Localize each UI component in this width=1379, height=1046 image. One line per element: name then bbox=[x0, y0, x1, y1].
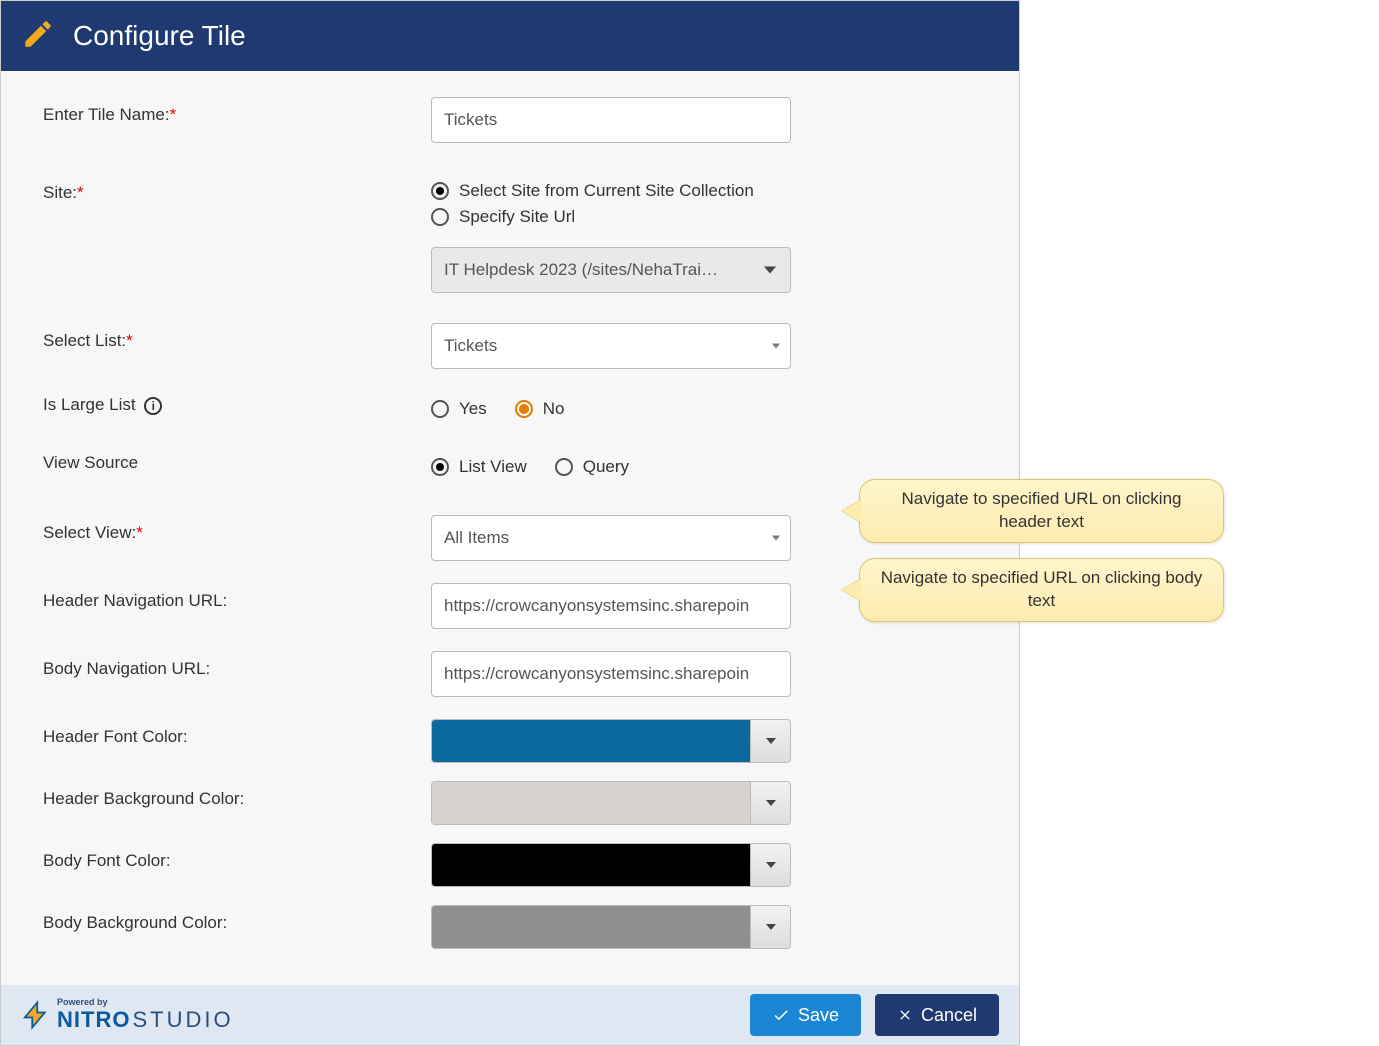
body-nav-label: Body Navigation URL: bbox=[1, 651, 251, 679]
chevron-down-icon bbox=[772, 536, 780, 541]
radio-checked-icon bbox=[431, 182, 449, 200]
header-nav-label: Header Navigation URL: bbox=[1, 583, 251, 611]
body-bg-color-picker[interactable] bbox=[431, 905, 791, 949]
select-list-label: Select List:* bbox=[1, 323, 251, 351]
radio-label: Query bbox=[583, 457, 629, 477]
color-dropdown-button[interactable] bbox=[750, 782, 790, 824]
body-nav-input[interactable] bbox=[431, 651, 791, 697]
body-font-color-picker[interactable] bbox=[431, 843, 791, 887]
callout-text: Navigate to specified URL on clicking bo… bbox=[881, 568, 1203, 610]
callout-text: Navigate to specified URL on clicking he… bbox=[901, 489, 1181, 531]
info-icon[interactable]: i bbox=[144, 397, 162, 415]
color-swatch bbox=[432, 720, 750, 762]
radio-unchecked-icon bbox=[431, 208, 449, 226]
dropdown-value: IT Helpdesk 2023 (/sites/NehaTrai… bbox=[444, 260, 718, 280]
header-font-color-label: Header Font Color: bbox=[1, 719, 251, 747]
dropdown-value: All Items bbox=[444, 528, 509, 548]
color-dropdown-button[interactable] bbox=[750, 844, 790, 886]
radio-label: List View bbox=[459, 457, 527, 477]
callout-header-nav: Navigate to specified URL on clicking he… bbox=[859, 479, 1224, 543]
chevron-down-icon bbox=[766, 862, 776, 868]
radio-label: No bbox=[543, 399, 565, 419]
body-font-color-label: Body Font Color: bbox=[1, 843, 251, 871]
chevron-down-icon bbox=[764, 267, 776, 274]
brand-studio: STUDIO bbox=[132, 1007, 233, 1033]
select-view-label: Select View:* bbox=[1, 515, 251, 543]
pencil-icon bbox=[21, 17, 55, 56]
save-button[interactable]: Save bbox=[750, 994, 861, 1036]
header-nav-input[interactable] bbox=[431, 583, 791, 629]
color-swatch bbox=[432, 782, 750, 824]
radio-checked-icon bbox=[431, 458, 449, 476]
cancel-button[interactable]: Cancel bbox=[875, 994, 999, 1036]
view-source-query[interactable]: Query bbox=[555, 457, 629, 477]
dialog-header: Configure Tile bbox=[1, 1, 1019, 71]
site-option-specify-url[interactable]: Specify Site Url bbox=[431, 207, 791, 227]
close-icon bbox=[897, 1007, 913, 1023]
view-source-label: View Source bbox=[1, 445, 251, 473]
view-source-list-view[interactable]: List View bbox=[431, 457, 527, 477]
callout-tail-icon bbox=[842, 578, 862, 602]
site-option-current-collection[interactable]: Select Site from Current Site Collection bbox=[431, 181, 791, 201]
dialog-title: Configure Tile bbox=[73, 20, 246, 52]
configure-tile-dialog: Configure Tile Enter Tile Name:* Site:* … bbox=[0, 0, 1020, 1046]
large-list-yes[interactable]: Yes bbox=[431, 399, 487, 419]
radio-unchecked-icon bbox=[431, 400, 449, 418]
site-label: Site:* bbox=[1, 175, 251, 203]
dialog-footer: Powered by NITRO STUDIO Save Cancel bbox=[1, 985, 1019, 1045]
nitro-studio-logo: Powered by NITRO STUDIO bbox=[21, 998, 234, 1033]
body-bg-color-label: Body Background Color: bbox=[1, 905, 251, 933]
cancel-button-label: Cancel bbox=[921, 1005, 977, 1026]
header-bg-color-label: Header Background Color: bbox=[1, 781, 251, 809]
check-icon bbox=[772, 1006, 790, 1024]
color-dropdown-button[interactable] bbox=[750, 906, 790, 948]
radio-label: Select Site from Current Site Collection bbox=[459, 181, 754, 201]
tile-name-input[interactable] bbox=[431, 97, 791, 143]
large-list-no[interactable]: No bbox=[515, 399, 565, 419]
radio-unchecked-icon bbox=[555, 458, 573, 476]
chevron-down-icon bbox=[772, 344, 780, 349]
chevron-down-icon bbox=[766, 924, 776, 930]
tile-name-label: Enter Tile Name:* bbox=[1, 97, 251, 125]
radio-label: Yes bbox=[459, 399, 487, 419]
powered-by-text: Powered by bbox=[57, 998, 234, 1007]
save-button-label: Save bbox=[798, 1005, 839, 1026]
radio-checked-icon bbox=[515, 400, 533, 418]
large-list-label: Is Large List i bbox=[1, 387, 251, 415]
select-view-dropdown[interactable]: All Items bbox=[431, 515, 791, 561]
color-swatch bbox=[432, 844, 750, 886]
brand-nitro: NITRO bbox=[57, 1007, 130, 1033]
header-font-color-picker[interactable] bbox=[431, 719, 791, 763]
chevron-down-icon bbox=[766, 738, 776, 744]
radio-label: Specify Site Url bbox=[459, 207, 575, 227]
header-bg-color-picker[interactable] bbox=[431, 781, 791, 825]
callout-body-nav: Navigate to specified URL on clicking bo… bbox=[859, 558, 1224, 622]
color-dropdown-button[interactable] bbox=[750, 720, 790, 762]
site-dropdown[interactable]: IT Helpdesk 2023 (/sites/NehaTrai… bbox=[431, 247, 791, 293]
color-swatch bbox=[432, 906, 750, 948]
chevron-down-icon bbox=[766, 800, 776, 806]
select-list-dropdown[interactable]: Tickets bbox=[431, 323, 791, 369]
callout-tail-icon bbox=[842, 499, 862, 523]
dropdown-value: Tickets bbox=[444, 336, 497, 356]
